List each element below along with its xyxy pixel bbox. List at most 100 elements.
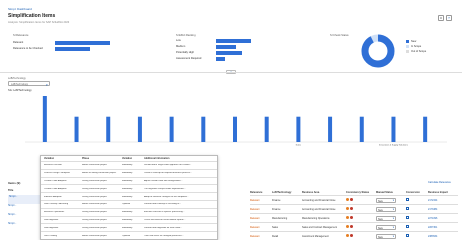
chart-bar[interactable]: [42, 96, 47, 142]
document-icon[interactable]: [406, 224, 409, 229]
conversion-cell[interactable]: [406, 233, 428, 239]
title-cell[interactable]: Simpl...: [8, 195, 40, 204]
manual-status-select[interactable]: New ▾: [376, 206, 396, 212]
error-icon[interactable]: [350, 207, 353, 210]
conversion-cell[interactable]: [406, 206, 428, 212]
calculate-relevance-link[interactable]: Calculate Relevance: [428, 181, 451, 184]
business-impact-cell[interactable]: 2173384: [428, 208, 458, 211]
lob-cell: Manufacturing: [272, 216, 288, 220]
legend-item-out-of-scope[interactable]: Out of Scope: [406, 50, 426, 53]
business-impact-cell[interactable]: 2267301: [428, 226, 458, 229]
document-icon[interactable]: [406, 206, 409, 211]
manual-status-cell[interactable]: New ▾: [376, 233, 406, 239]
panel-title: SI Relevance: [13, 34, 29, 37]
manual-status-cell[interactable]: New ▾: [376, 215, 406, 221]
popover-info-cell: Check and execute reconciliation reports…: [144, 218, 186, 221]
effort-row[interactable]: Assessment Required: [176, 57, 281, 61]
col-conversion[interactable]: Conversion: [406, 191, 428, 194]
business-impact-cell[interactable]: 2271096: [428, 217, 458, 220]
chart-bar[interactable]: [296, 116, 301, 142]
col-lob[interactable]: LoB/Technology: [272, 191, 302, 194]
chart-bar[interactable]: [328, 116, 333, 142]
table-row[interactable]: Relevant Finance Accounting and Financial …: [250, 205, 458, 214]
popover-variation-cell: Custom Code Adaption: [44, 187, 67, 190]
popover-info-cell: Decide about Target state approach for c…: [144, 164, 192, 167]
title-cell[interactable]: Simpl...: [8, 222, 40, 231]
select-value: LoB/Technology: [11, 83, 29, 86]
document-icon[interactable]: [406, 233, 409, 238]
manual-status-select[interactable]: New ▾: [376, 224, 396, 230]
error-icon[interactable]: [350, 234, 353, 237]
header-divider: [0, 72, 462, 73]
legend-item-new[interactable]: New: [406, 40, 426, 43]
document-icon[interactable]: [406, 215, 409, 220]
select-value: New: [378, 235, 383, 239]
chart-bar[interactable]: [264, 116, 269, 142]
warning-icon[interactable]: [346, 216, 349, 219]
table-row[interactable]: Relevant Retail Assortment Management New ▾ 2…: [250, 232, 458, 240]
col-business-area[interactable]: Business Area: [302, 191, 346, 194]
chart-bar[interactable]: [359, 116, 364, 142]
relevance-row[interactable]: Relevance to be Checked: [13, 47, 125, 51]
warning-icon[interactable]: [346, 225, 349, 228]
chevron-down-icon: ▾: [392, 199, 394, 202]
warning-icon[interactable]: [346, 234, 349, 237]
relevance-cell: Relevant: [250, 216, 260, 220]
chart-bar[interactable]: [391, 116, 396, 142]
business-impact-cell[interactable]: 2172344: [428, 199, 458, 202]
conversion-cell[interactable]: [406, 215, 428, 221]
status-donut[interactable]: [360, 33, 396, 69]
col-manual-status[interactable]: Manual Status: [376, 191, 406, 194]
business-impact-cell[interactable]: 2383534: [428, 235, 458, 238]
business-area-cell: Assortment Management: [302, 234, 329, 238]
popover-variation-cell: Interface Adaption: [44, 195, 62, 198]
title-cell[interactable]: Simpl...: [8, 204, 40, 213]
warning-icon[interactable]: [346, 207, 349, 210]
share-button[interactable]: 0: [438, 15, 444, 21]
conversion-cell[interactable]: [406, 197, 428, 203]
popover-condition-cell: Mandatory: [122, 195, 133, 198]
consistency-cell: [346, 234, 376, 238]
chart-bar[interactable]: [201, 116, 206, 142]
relevance-bar: [55, 47, 90, 51]
popover-info-cell: Adjust custom code and configuration...: [144, 179, 183, 182]
col-relevance[interactable]: Relevance: [250, 191, 272, 194]
error-icon[interactable]: [350, 198, 353, 201]
col-business-impact[interactable]: Business Impact: [428, 191, 458, 194]
consistency-cell: [346, 216, 376, 220]
chart-bar[interactable]: [423, 116, 428, 142]
chart-bar[interactable]: [106, 116, 111, 142]
effort-row[interactable]: Low: [176, 39, 281, 43]
error-icon[interactable]: [350, 216, 353, 219]
effort-row[interactable]: Medium: [176, 45, 281, 49]
error-icon[interactable]: [350, 225, 353, 228]
manual-status-cell[interactable]: New ▾: [376, 224, 406, 230]
chart-bar[interactable]: [74, 116, 79, 142]
warning-icon[interactable]: [346, 198, 349, 201]
manual-status-cell[interactable]: New ▾: [376, 197, 406, 203]
manual-status-select[interactable]: New ▾: [376, 215, 396, 221]
document-icon[interactable]: [406, 197, 409, 202]
legend-item-in-scope[interactable]: In Scope: [406, 45, 426, 48]
chart-bar[interactable]: [137, 116, 142, 142]
business-area-cell: Accounting and Financial Close: [302, 207, 336, 211]
lob-filter-select[interactable]: LoB/Technology ▾: [8, 81, 50, 87]
conversion-cell[interactable]: [406, 224, 428, 230]
help-button[interactable]: ?: [446, 15, 452, 21]
table-row[interactable]: Relevant Sales Sales and Contract Manageme…: [250, 223, 458, 232]
chart-bar[interactable]: [169, 116, 174, 142]
back-link[interactable]: Simpl. Dashboard: [8, 7, 32, 11]
manual-status-select[interactable]: New ▾: [376, 233, 396, 239]
manual-status-select[interactable]: New ▾: [376, 197, 396, 203]
popover-phase-cell: During conversion project: [82, 226, 107, 229]
table-row[interactable]: Relevant Manufacturing Manufacturing Opera…: [250, 214, 458, 223]
col-consistency[interactable]: Consistency Status: [346, 191, 376, 194]
manual-status-cell[interactable]: New ▾: [376, 206, 406, 212]
page-title: Simplification Items: [8, 13, 56, 19]
effort-row[interactable]: Potentially High: [176, 51, 281, 55]
relevance-row[interactable]: Relevant: [13, 41, 125, 45]
page-subtitle: Analysis: Simplification Items for SAP S…: [8, 21, 70, 24]
table-row[interactable]: Relevant Finance Accounting and Financial …: [250, 196, 458, 205]
title-cell[interactable]: Simpl...: [8, 213, 40, 222]
chart-bar[interactable]: [233, 116, 237, 142]
